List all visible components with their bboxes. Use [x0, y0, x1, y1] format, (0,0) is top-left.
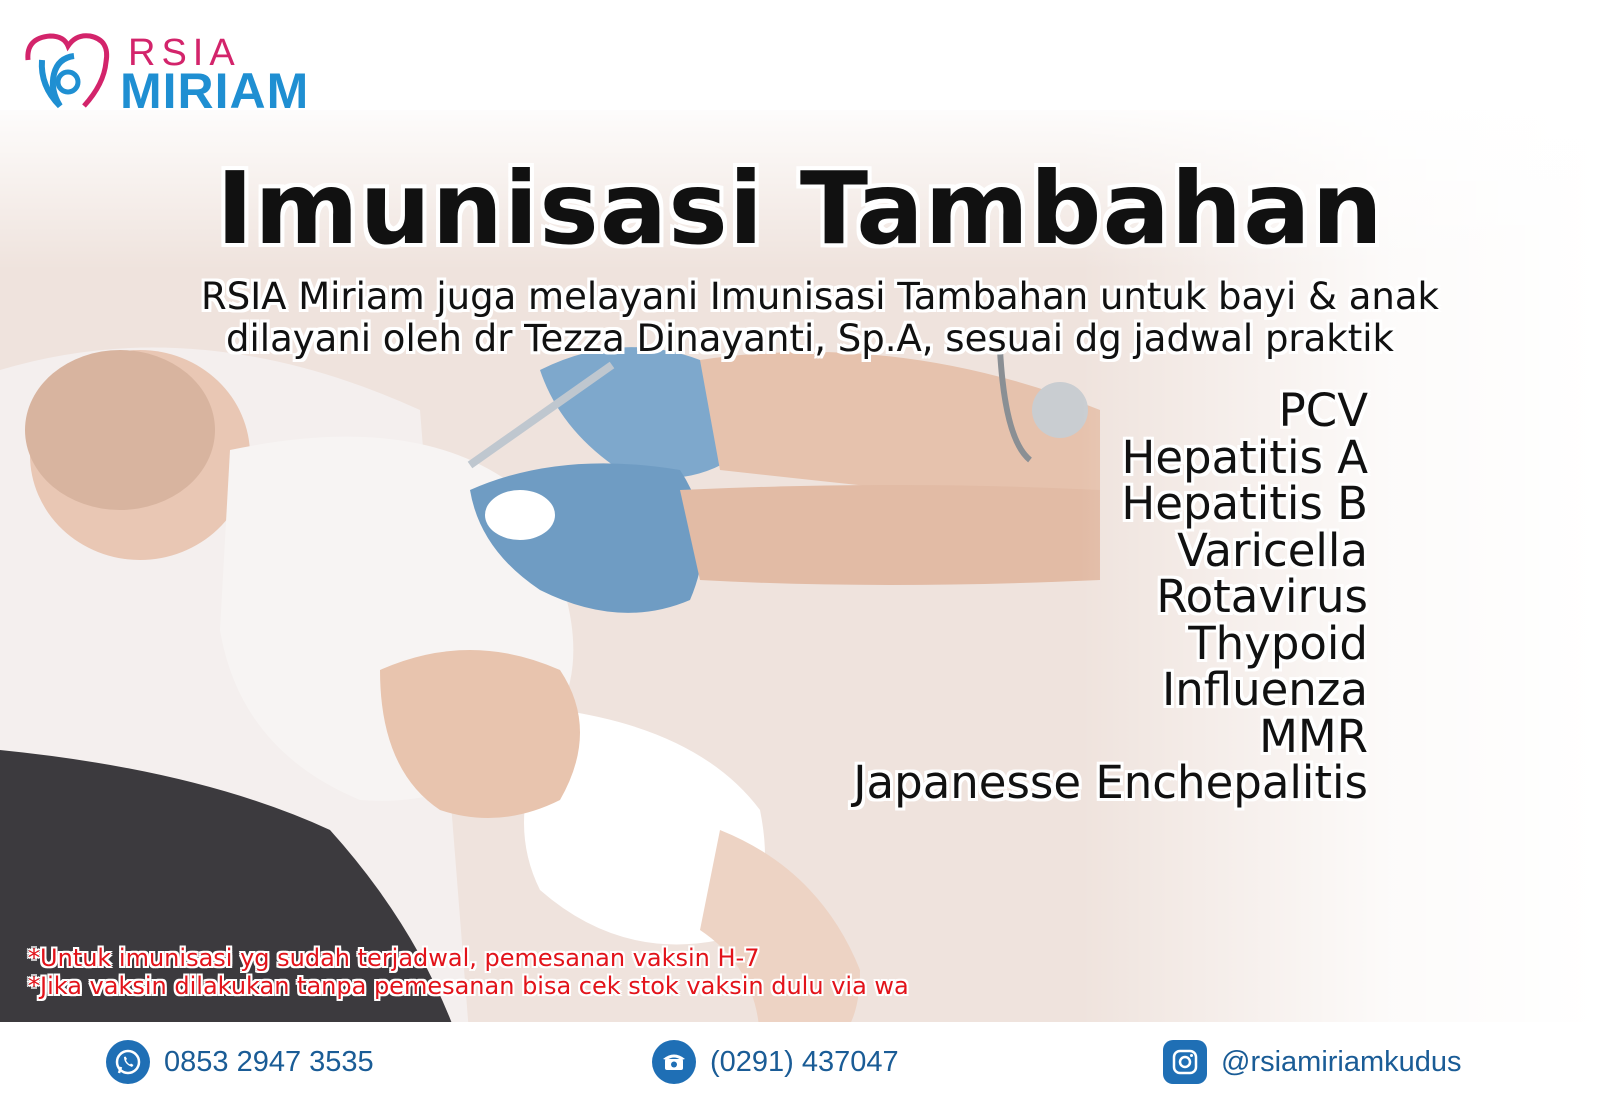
vaccine-item: Hepatitis B: [1121, 477, 1368, 530]
logo-mother-baby-icon: [25, 33, 110, 109]
page-title: Imunisasi Tambahan: [216, 150, 1384, 267]
telephone-icon: [652, 1040, 696, 1084]
vaccine-item: MMR: [1259, 709, 1368, 763]
whatsapp-number: 0853 2947 3535: [164, 1045, 374, 1078]
vaccine-item: Influenza: [1161, 663, 1368, 716]
phone-contact[interactable]: (0291) 437047: [652, 1040, 899, 1084]
vaccine-list: PCV Hepatitis A Hepatitis B Varicella Ro…: [853, 384, 1369, 809]
whatsapp-icon: [106, 1040, 150, 1084]
phone-number: (0291) 437047: [710, 1045, 899, 1078]
instagram-handle: @rsiamiriamkudus: [1221, 1045, 1462, 1078]
vaccine-item: Thypoid: [1188, 616, 1368, 670]
footnote-line-2: *Jika vaksin dilakukan tanpa pemesanan b…: [28, 972, 909, 1000]
whatsapp-contact[interactable]: 0853 2947 3535: [106, 1040, 374, 1084]
hospital-logo: RSIA MIRIAM: [20, 30, 340, 120]
vaccine-item: Rotavirus: [1156, 570, 1368, 623]
instagram-icon: [1163, 1040, 1207, 1084]
logo-miriam-text: MIRIAM: [120, 63, 310, 119]
vaccine-item: Varicella: [1177, 523, 1368, 577]
footnote-line-1: *Untuk imunisasi yg sudah terjadwal, pem…: [28, 944, 760, 972]
subtitle-line-1: RSIA Miriam juga melayani Imunisasi Tamb…: [201, 275, 1439, 318]
vaccine-item: Japanesse Enchepalitis: [853, 756, 1368, 809]
vaccine-item: PCV: [1278, 384, 1368, 437]
vaccine-item: Hepatitis A: [1121, 430, 1369, 484]
instagram-contact[interactable]: @rsiamiriamkudus: [1163, 1040, 1462, 1084]
footnotes: *Untuk imunisasi yg sudah terjadwal, pem…: [28, 944, 909, 1000]
subtitle-line-2: dilayani oleh dr Tezza Dinayanti, Sp.A, …: [226, 317, 1394, 360]
